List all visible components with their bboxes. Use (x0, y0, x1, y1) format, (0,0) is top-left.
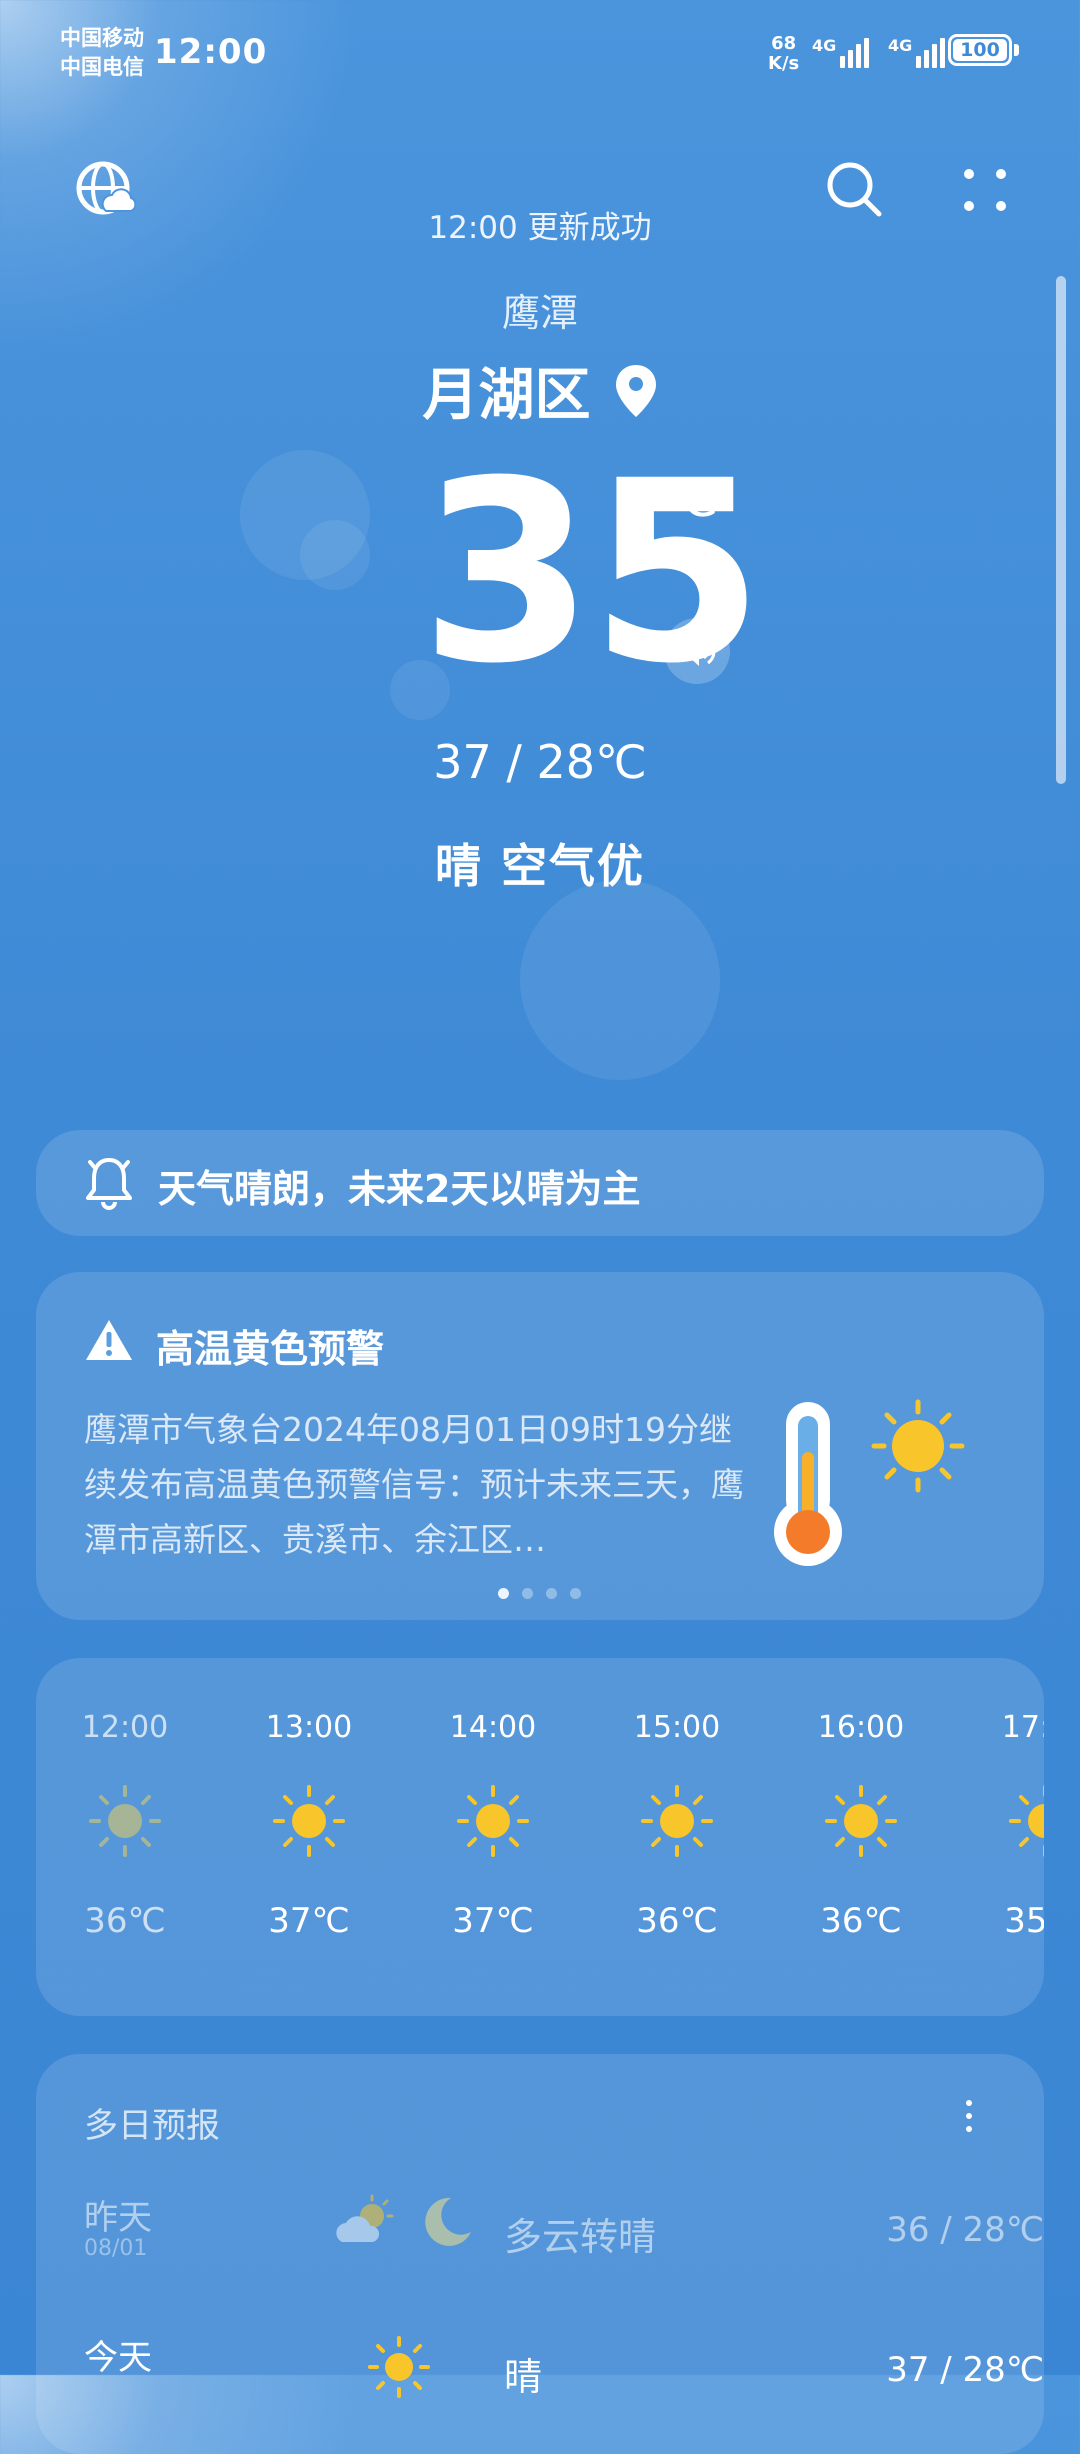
battery-tip (1014, 44, 1019, 56)
update-status: 12:00 更新成功 (428, 210, 652, 246)
hour-temperature: 37℃ (268, 1901, 350, 1941)
carrier-labels: 中国移动 中国电信 (60, 24, 144, 82)
sun-icon (89, 1785, 161, 1857)
hour-temperature: 36℃ (84, 1901, 166, 1941)
speaker-icon (681, 636, 716, 666)
cloud-sun-icon (336, 2194, 394, 2242)
temperature-range: 37 / 28℃ (433, 735, 647, 789)
sun-icon (825, 1785, 897, 1857)
hour-time: 13:00 (265, 1710, 353, 1745)
day-condition: 多云转晴 (504, 2215, 657, 2259)
district-name: 月湖区 (422, 363, 591, 428)
pager-dot (570, 1588, 581, 1599)
sim2-type: 4G (888, 36, 913, 55)
bokeh-decoration (520, 880, 720, 1080)
hour-icon (234, 1781, 384, 1861)
location-pin-icon (615, 364, 656, 417)
day-row-yesterday[interactable]: 昨天 08/01 多云转晴 36 / 28℃ (84, 2190, 1044, 2300)
pager-dot-active (498, 1588, 509, 1599)
hour-temperature: 36℃ (636, 1901, 718, 1941)
status-time: 12:00 (154, 32, 268, 72)
network-speed-unit: K/s (768, 53, 800, 74)
hourly-forecast-card[interactable]: 12:00 36℃ 13:00 37℃ 14:00 37℃ 15:00 36℃ 16:0… (36, 1658, 1044, 2016)
warning-icon (86, 1320, 132, 1360)
hourly-item[interactable]: 17:00 35℃ (970, 1710, 1044, 1941)
hour-time: 12:00 (81, 1710, 169, 1745)
bell-icon (86, 1158, 132, 1210)
day-date: 08/01 (84, 2236, 148, 2261)
hour-icon (602, 1781, 752, 1861)
day-icons (334, 2192, 475, 2256)
sun-icon (368, 2336, 430, 2398)
sim1-type: 4G (812, 36, 837, 55)
bokeh-decoration (300, 520, 370, 590)
multi-day-forecast-card[interactable]: 多日预报 昨天 08/01 多云转晴 36 / 28℃ 今天 晴 37 / 28… (36, 2054, 1044, 2454)
tip-text: 天气晴朗，未来2天以晴为主 (158, 1167, 641, 1211)
hour-time: 15:00 (633, 1710, 721, 1745)
day-name: 昨天 (84, 2198, 152, 2238)
weather-condition: 晴 空气优 (434, 839, 645, 893)
warning-card[interactable]: 高温黄色预警 鹰潭市气象台2024年08月01日09时19分继续发布高温黄色预警… (36, 1272, 1044, 1620)
carrier-2: 中国电信 (60, 55, 144, 79)
city-name: 鹰潭 (501, 291, 578, 335)
sun-icon (1009, 1785, 1044, 1857)
signal-1-icon: 4G (812, 34, 884, 72)
network-speed-value: 68 (771, 33, 797, 54)
sun-icon (641, 1785, 713, 1857)
voice-broadcast-button[interactable] (664, 618, 730, 684)
scrollbar[interactable] (1056, 276, 1066, 784)
hour-icon (786, 1781, 936, 1861)
warning-body: 鹰潭市气象台2024年08月01日09时19分继续发布高温黄色预警信号：预计未来… (84, 1410, 744, 1559)
hour-time: 16:00 (817, 1710, 905, 1745)
carrier-1: 中国移动 (60, 26, 144, 50)
pager-dot (546, 1588, 557, 1599)
day-row-today[interactable]: 今天 晴 37 / 28℃ (84, 2330, 1044, 2440)
hour-icon (50, 1781, 200, 1861)
hourly-item[interactable]: 12:00 36℃ (50, 1710, 200, 1941)
hour-temperature: 37℃ (452, 1901, 534, 1941)
pager-dot (522, 1588, 533, 1599)
moon-icon (425, 2197, 472, 2246)
multi-day-title: 多日预报 (84, 2106, 220, 2146)
weather-tip-card[interactable]: 天气晴朗，未来2天以晴为主 (36, 1130, 1044, 1236)
hour-time: 17:00 (1001, 1710, 1044, 1745)
hour-temperature: 35℃ (1004, 1901, 1044, 1941)
day-temperature: 37 / 28℃ (886, 2350, 1044, 2390)
day-condition: 晴 (504, 2355, 543, 2399)
day-temperature: 36 / 28℃ (886, 2210, 1044, 2250)
sun-icon (273, 1785, 345, 1857)
day-name: 今天 (84, 2338, 152, 2378)
hour-icon (418, 1781, 568, 1861)
hourly-item[interactable]: 15:00 36℃ (602, 1710, 752, 1941)
battery-level: 100 (953, 39, 1007, 61)
hour-temperature: 36℃ (820, 1901, 902, 1941)
more-options-icon[interactable] (966, 2100, 972, 2139)
warning-pager[interactable] (498, 1584, 594, 1603)
temperature-unit: ℃ (662, 470, 719, 528)
sun-icon (457, 1785, 529, 1857)
hour-time: 14:00 (449, 1710, 537, 1745)
hour-icon (970, 1781, 1044, 1861)
day-icons (364, 2332, 434, 2406)
battery-icon: 100 (948, 34, 1012, 66)
hourly-item[interactable]: 16:00 36℃ (786, 1710, 936, 1941)
location-row[interactable]: 月湖区 (0, 350, 1080, 431)
warning-title: 高温黄色预警 (156, 1327, 385, 1371)
network-speed: 68 K/s (768, 34, 799, 74)
hourly-item[interactable]: 13:00 37℃ (234, 1710, 384, 1941)
thermometer-sun-icon (774, 1399, 965, 1566)
hourly-item[interactable]: 14:00 37℃ (418, 1710, 568, 1941)
